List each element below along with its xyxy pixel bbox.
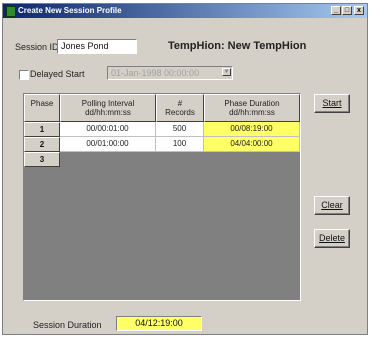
cell-phase-duration-empty [204,152,300,167]
minimize-button[interactable]: _ [331,6,341,15]
header-polling-interval: Polling Interval dd/hh:mm:ss [60,94,156,122]
header-records-symbol: # [177,99,183,108]
device-title: TempHion: New TempHion [168,40,307,52]
cell-polling-interval-empty [60,152,156,167]
delayed-start-datetime: 01-Jan-1998 00:00:00 ▼ [107,66,233,80]
cell-records[interactable]: 100 [156,137,204,152]
header-polling-interval-label: Polling Interval [81,99,135,108]
start-button[interactable]: Start [314,94,350,113]
cell-records[interactable]: 500 [156,122,204,137]
delete-button[interactable]: Delete [314,229,350,248]
close-button[interactable]: x [354,6,364,15]
header-records-label: Records [165,108,195,117]
cell-phase-duration[interactable]: 00/08:19:00 [204,122,300,137]
header-phase-duration: Phase Duration dd/hh:mm:ss [204,94,300,122]
header-phase-duration-format: dd/hh:mm:ss [229,108,275,117]
header-phase: Phase [24,94,60,122]
window-title: Create New Session Profile [18,6,122,15]
session-id-input[interactable]: Jones Pond [57,39,137,54]
session-duration-value: 04/12:19:00 [116,316,202,331]
session-duration-label: Session Duration [33,320,102,330]
app-icon [6,6,16,17]
session-id-label: Session ID [15,42,59,52]
cell-polling-interval[interactable]: 00/00:01:00 [60,122,156,137]
delayed-start-checkbox[interactable] [19,70,29,80]
clear-button[interactable]: Clear [314,196,350,215]
cell-phase-duration[interactable]: 04/04:00:00 [204,137,300,152]
phase-table: Phase Polling Interval dd/hh:mm:ss # Rec… [23,93,301,301]
cell-polling-interval[interactable]: 00/01:00:00 [60,137,156,152]
cell-records-empty [156,152,204,167]
delayed-start-value: 01-Jan-1998 00:00:00 [111,68,200,78]
delayed-start-label: Delayed Start [30,69,85,79]
header-phase-duration-label: Phase Duration [224,99,280,108]
row-header-phase-2[interactable]: 2 [24,137,60,152]
chevron-down-icon: ▼ [222,68,231,76]
title-bar[interactable]: Create New Session Profile _ □ x [3,4,367,18]
row-header-phase-1[interactable]: 1 [24,122,60,137]
row-header-phase-3[interactable]: 3 [24,152,60,167]
maximize-button[interactable]: □ [342,6,352,15]
header-records: # Records [156,94,204,122]
header-polling-interval-format: dd/hh:mm:ss [85,108,131,117]
header-phase-label: Phase [30,99,54,108]
create-session-profile-window: Create New Session Profile _ □ x Session… [2,3,368,335]
